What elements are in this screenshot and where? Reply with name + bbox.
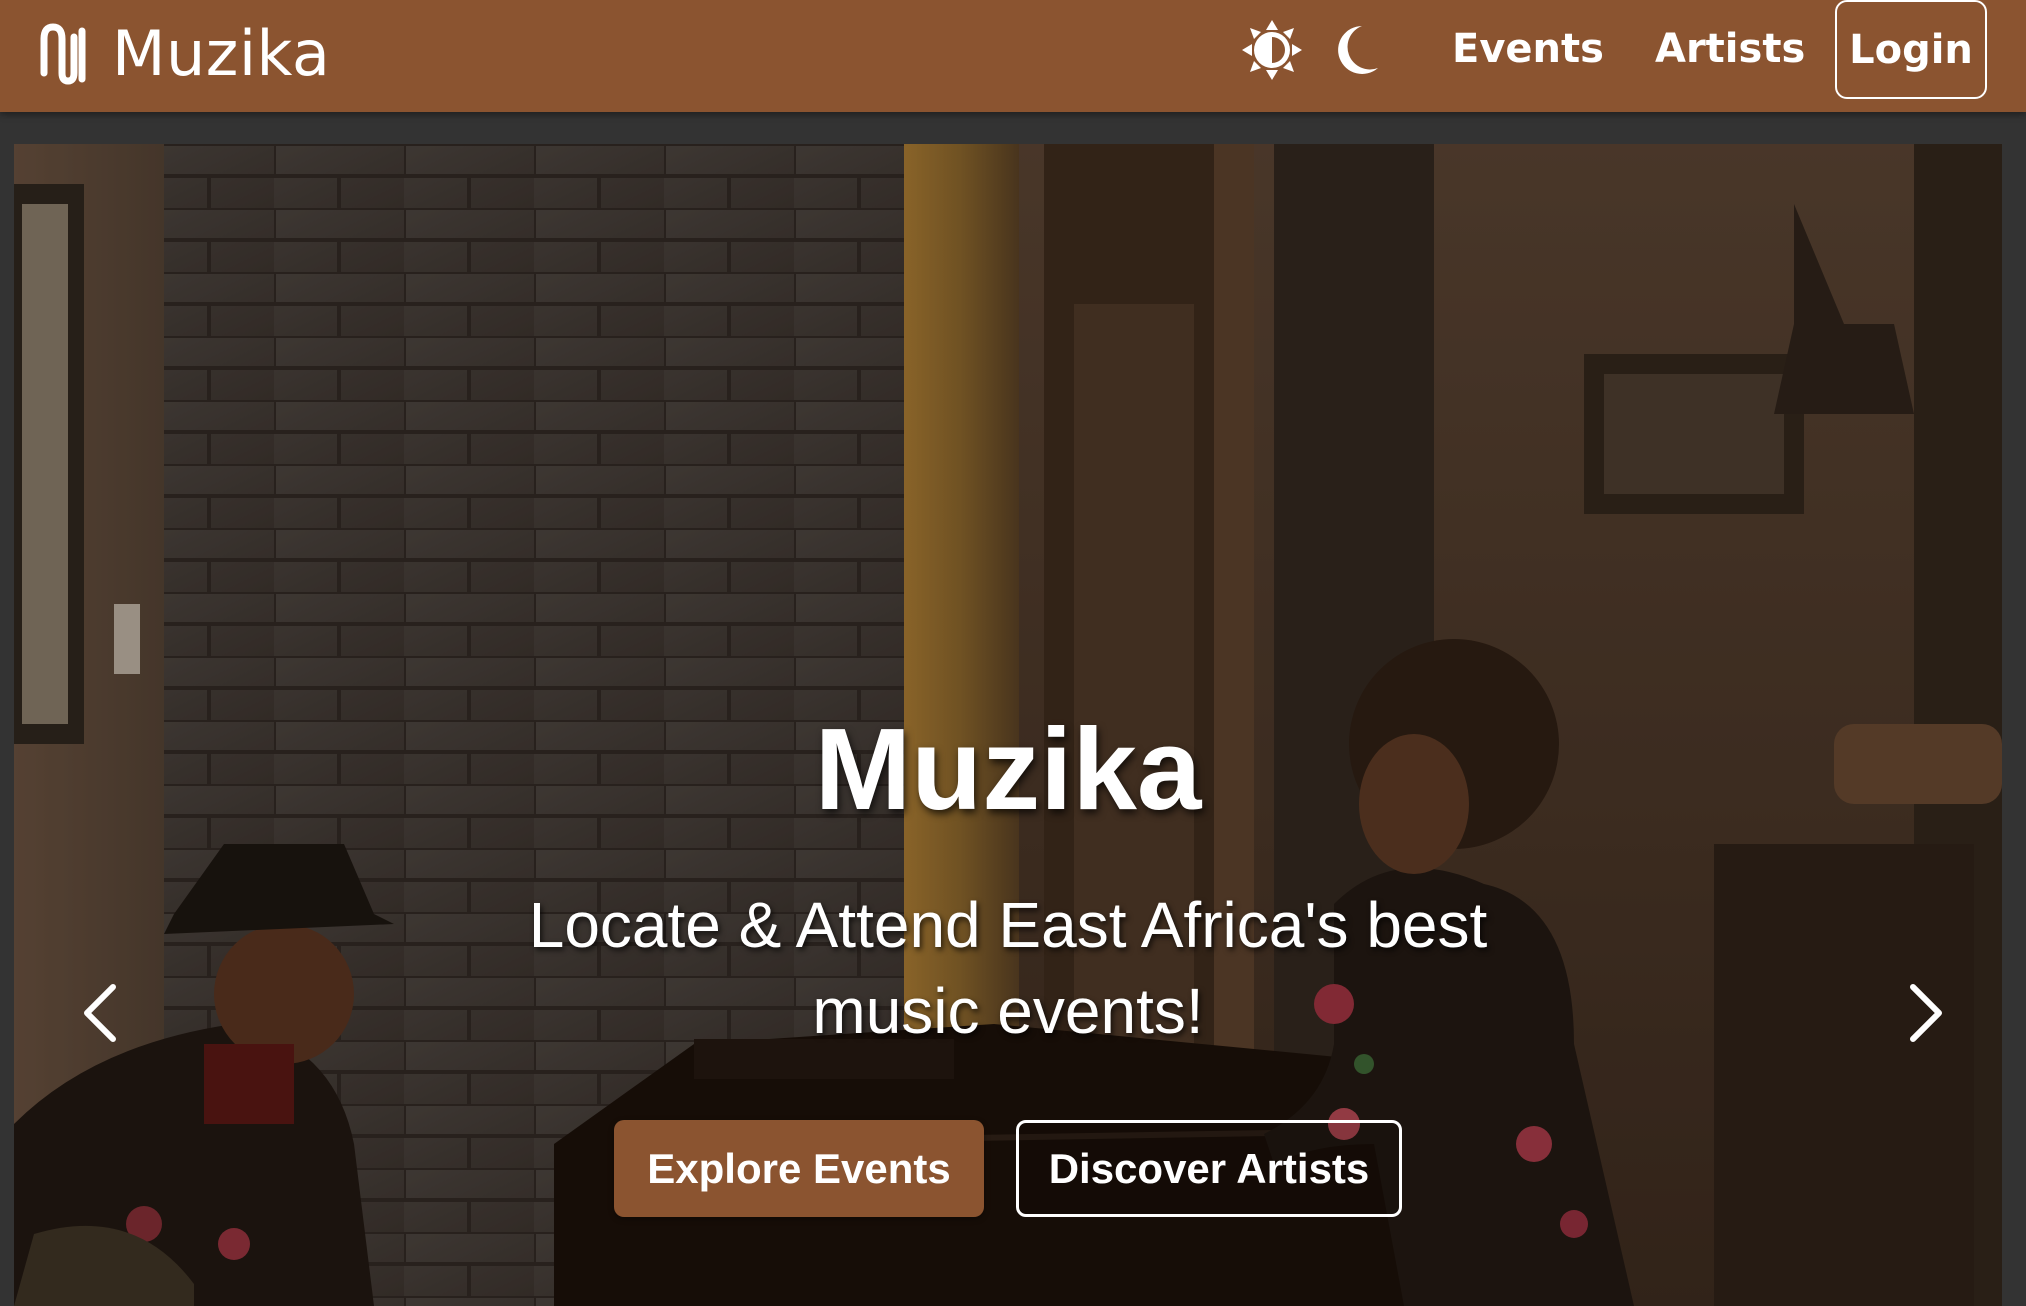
login-button[interactable]: Login xyxy=(1835,0,1987,99)
hero-subtitle: Locate & Attend East Africa's best music… xyxy=(528,889,1488,1047)
carousel-prev-button[interactable] xyxy=(64,978,134,1048)
nav-link-events[interactable]: Events xyxy=(1452,14,1604,84)
nav-link-artists[interactable]: Artists xyxy=(1655,14,1805,84)
chevron-right-icon xyxy=(1910,984,1942,1042)
half-sun-icon xyxy=(1242,20,1302,80)
explore-events-button[interactable]: Explore Events xyxy=(614,1120,984,1217)
brand-home-link[interactable]: Muzika xyxy=(38,14,330,94)
hero-carousel: Muzika Locate & Attend East Africa's bes… xyxy=(14,144,2002,1306)
top-navbar: Muzika Events Artists Login xyxy=(0,0,2026,112)
discover-artists-button[interactable]: Discover Artists xyxy=(1016,1120,1402,1217)
crescent-moon-icon xyxy=(1338,26,1378,74)
muzika-logo-icon xyxy=(40,23,86,85)
dark-theme-toggle[interactable] xyxy=(1320,16,1388,84)
carousel-next-button[interactable] xyxy=(1892,978,1962,1048)
hero-title: Muzika xyxy=(814,704,1202,834)
chevron-left-icon xyxy=(84,984,116,1042)
brand-name: Muzika xyxy=(112,17,331,90)
light-theme-toggle[interactable] xyxy=(1238,16,1306,84)
